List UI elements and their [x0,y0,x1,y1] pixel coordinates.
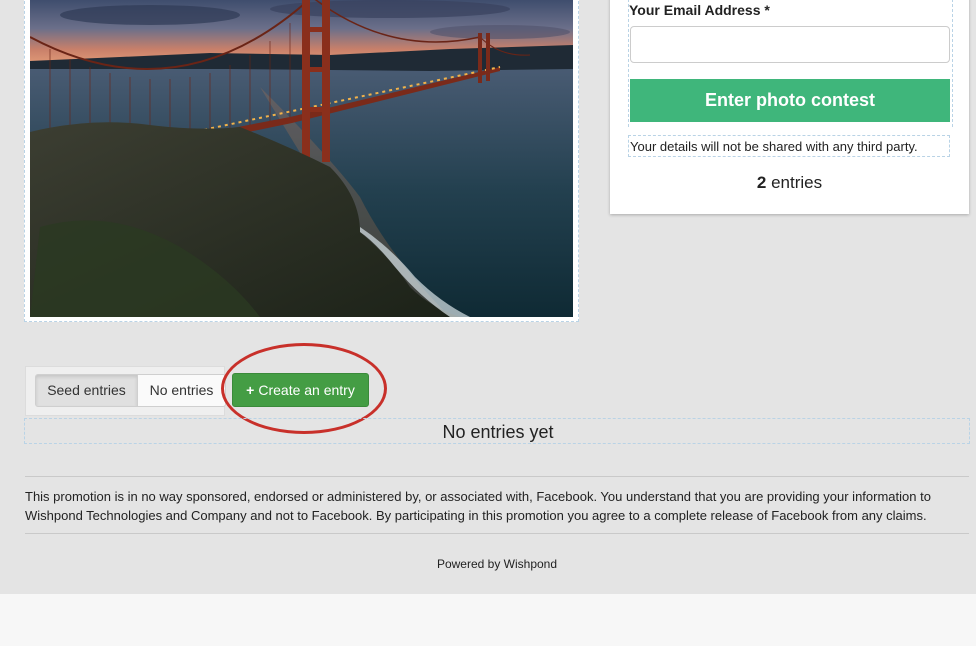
enter-contest-button[interactable]: Enter photo contest [630,79,950,122]
golden-gate-bridge-image [30,0,573,317]
create-entry-label: Create an entry [258,382,355,398]
footer-divider-top [25,476,969,477]
photo-frame [24,0,579,322]
footer-divider-bottom [25,533,969,534]
tab-seed-entries[interactable]: Seed entries [35,374,138,407]
entries-count: 2 entries [610,173,969,193]
tab-no-entries[interactable]: No entries [137,374,226,407]
powered-by-link[interactable]: Powered by Wishpond [0,557,976,571]
privacy-note: Your details will not be shared with any… [630,139,918,154]
entries-count-number: 2 [756,173,767,192]
empty-message: No entries yet [442,422,554,442]
entry-form-card: Your Email Address * Enter photo contest… [610,0,969,214]
privacy-note-box: Your details will not be shared with any… [628,135,950,157]
create-entry-button[interactable]: + Create an entry [232,373,369,407]
page-bottom-area [0,594,976,646]
plus-icon: + [246,382,255,398]
facebook-disclaimer: This promotion is in no way sponsored, e… [25,489,931,523]
entries-count-suffix: entries [766,173,823,192]
entries-empty-state: No entries yet [24,418,970,444]
email-label: Your Email Address * [629,2,770,18]
email-input[interactable] [630,26,950,63]
contest-photo[interactable] [30,0,573,317]
